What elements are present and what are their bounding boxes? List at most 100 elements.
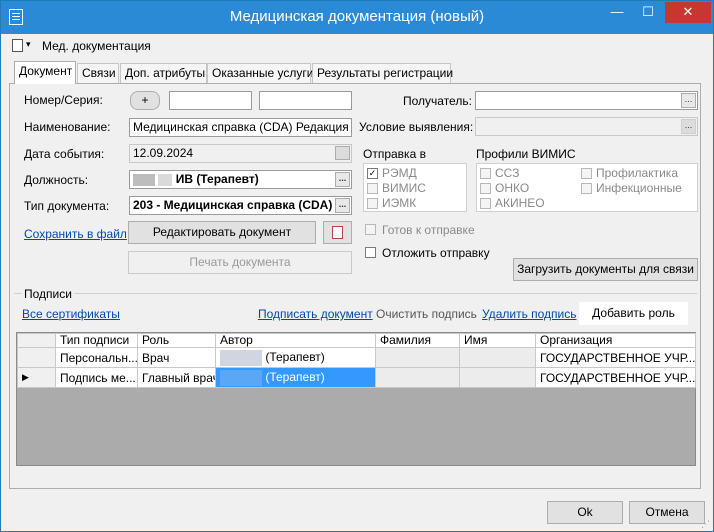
akineo-checkbox[interactable] <box>480 198 491 209</box>
cell-role[interactable]: Врач <box>137 347 216 368</box>
doctype-label: Тип документа: <box>24 199 110 213</box>
recipient-lookup-button[interactable]: ... <box>681 93 696 108</box>
author-text: (Терапевт) <box>265 349 325 364</box>
edit-document-button[interactable]: Редактировать документ <box>128 221 316 244</box>
vimis-checkbox[interactable] <box>367 183 378 194</box>
cell-signature-type[interactable]: Персональн... <box>55 347 138 368</box>
author-text: (Терапевт) <box>265 369 325 384</box>
add-number-button[interactable]: + <box>130 91 160 110</box>
document-window: Медицинская документация (новый) — ☐ ✕ ▾… <box>0 0 714 532</box>
iemk-label: ИЭМК <box>382 196 417 210</box>
vimis-label: ВИМИС <box>382 181 426 195</box>
remd-checkbox[interactable]: ✓ <box>367 168 378 179</box>
doctype-lookup-button[interactable]: ... <box>335 198 350 213</box>
series-field[interactable] <box>259 91 352 110</box>
cell-organization[interactable]: ГОСУДАРСТВЕННОЕ УЧР... <box>535 367 696 388</box>
tab-document[interactable]: Документ <box>14 61 76 84</box>
all-certificates-link[interactable]: Все сертификаты <box>22 307 120 321</box>
print-document-button[interactable]: Печать документа <box>128 251 352 274</box>
position-label: Должность: <box>24 173 89 187</box>
calendar-dropdown-icon[interactable] <box>335 146 350 160</box>
doctype-field[interactable]: 203 - Медицинская справка (CDA) ... <box>129 196 352 215</box>
cell-author[interactable]: (Терапевт) <box>215 347 376 368</box>
title-bar: Медицинская документация (новый) — ☐ ✕ <box>1 1 713 34</box>
document-icon-button[interactable] <box>323 221 352 244</box>
row-marker[interactable] <box>17 347 56 368</box>
table-row[interactable]: Персональн... Врач (Терапевт) ГОСУДАРСТВ… <box>17 347 696 368</box>
tab-registration-results[interactable]: Результаты регистрации <box>312 63 453 83</box>
document-icon <box>332 226 343 239</box>
cell-role[interactable]: Главный врач <box>137 367 216 388</box>
col-name[interactable]: Имя <box>459 333 536 348</box>
col-surname[interactable]: Фамилия <box>375 333 460 348</box>
tab-extra-attributes[interactable]: Доп. атрибуты <box>120 63 207 83</box>
document-menu-icon <box>12 39 23 52</box>
signatures-header-row: Тип подписи Роль Автор Фамилия Имя Орган… <box>17 333 696 348</box>
redacted-author <box>220 349 262 366</box>
remd-label: РЭМД <box>382 166 417 180</box>
name-field[interactable]: Медицинская справка (CDA) Редакция 1 <box>129 118 352 137</box>
prophylaxis-checkbox[interactable] <box>581 168 592 179</box>
minimize-button[interactable]: — <box>603 2 631 23</box>
signatures-title: Подписи <box>22 287 74 301</box>
cell-name[interactable] <box>459 347 536 368</box>
defer-send-checkbox[interactable] <box>365 247 376 258</box>
infectious-checkbox[interactable] <box>581 183 592 194</box>
add-role-button[interactable]: Добавить роль <box>579 302 688 325</box>
dropdown-arrow-icon: ▾ <box>26 39 31 49</box>
cell-organization[interactable]: ГОСУДАРСТВЕННОЕ УЧР... <box>535 347 696 368</box>
toolbar-menu-label: Мед. документация <box>42 39 151 53</box>
position-value: ИВ (Терапевт) <box>175 172 259 186</box>
ready-to-send-checkbox[interactable] <box>365 224 376 235</box>
col-role[interactable]: Роль <box>137 333 216 348</box>
cell-name[interactable] <box>459 367 536 388</box>
onko-label: ОНКО <box>495 181 530 195</box>
redacted-name <box>133 173 155 186</box>
signatures-table: Тип подписи Роль Автор Фамилия Имя Орган… <box>17 333 696 388</box>
recipient-label: Получатель: <box>403 94 472 108</box>
row-marker[interactable]: ▶ <box>17 367 56 388</box>
doctype-value: 203 - Медицинская справка (CDA) <box>133 198 333 212</box>
vimis-profiles-title: Профили ВИМИС <box>476 147 576 161</box>
col-signature-type[interactable]: Тип подписи <box>55 333 138 348</box>
clear-signature-link[interactable]: Очистить подпись <box>376 307 477 321</box>
redacted-name-2 <box>158 173 173 186</box>
upload-documents-button[interactable]: Загрузить документы для связи <box>513 258 698 281</box>
save-to-file-link[interactable]: Сохранить в файл <box>24 227 127 241</box>
condition-field[interactable]: ... <box>475 117 698 136</box>
sign-document-link[interactable]: Подписать документ <box>258 307 373 321</box>
ssz-checkbox[interactable] <box>480 168 491 179</box>
tab-services[interactable]: Оказанные услуги <box>207 63 313 83</box>
iemk-checkbox[interactable] <box>367 198 378 209</box>
cancel-button[interactable]: Отмена <box>629 501 705 524</box>
col-organization[interactable]: Организация <box>535 333 696 348</box>
toolbar-menu[interactable]: ▾ Мед. документация <box>11 39 151 55</box>
table-row[interactable]: ▶ Подпись ме... Главный врач (Терапевт) … <box>17 367 696 388</box>
recipient-field[interactable]: ... <box>475 91 698 110</box>
signatures-divider <box>14 293 697 294</box>
ok-button[interactable]: Ok <box>547 501 623 524</box>
ssz-label: ССЗ <box>495 166 520 180</box>
number-field[interactable] <box>169 91 252 110</box>
cell-surname[interactable] <box>375 347 460 368</box>
position-lookup-button[interactable]: ... <box>335 172 350 187</box>
number-label: Номер/Серия: <box>24 93 103 107</box>
prophylaxis-label: Профилактика <box>596 166 678 180</box>
cell-surname[interactable] <box>375 367 460 388</box>
defer-send-label: Отложить отправку <box>382 246 490 260</box>
row-header-corner <box>17 333 56 348</box>
onko-checkbox[interactable] <box>480 183 491 194</box>
position-field[interactable]: ИВ (Терапевт) ... <box>129 170 352 189</box>
condition-lookup-button[interactable]: ... <box>681 119 696 134</box>
resize-grip-icon[interactable]: ⋰ <box>701 519 711 529</box>
cell-author[interactable]: (Терапевт) <box>215 367 376 388</box>
condition-label: Условие выявления: <box>359 120 474 134</box>
close-button[interactable]: ✕ <box>665 2 711 23</box>
tab-links[interactable]: Связи <box>77 63 119 83</box>
col-author[interactable]: Автор <box>215 333 376 348</box>
ready-to-send-label: Готов к отправке <box>382 223 475 237</box>
date-field[interactable]: 12.09.2024 <box>129 144 352 163</box>
cell-signature-type[interactable]: Подпись ме... <box>55 367 138 388</box>
delete-signature-link[interactable]: Удалить подпись <box>482 307 577 321</box>
maximize-button[interactable]: ☐ <box>633 2 663 23</box>
